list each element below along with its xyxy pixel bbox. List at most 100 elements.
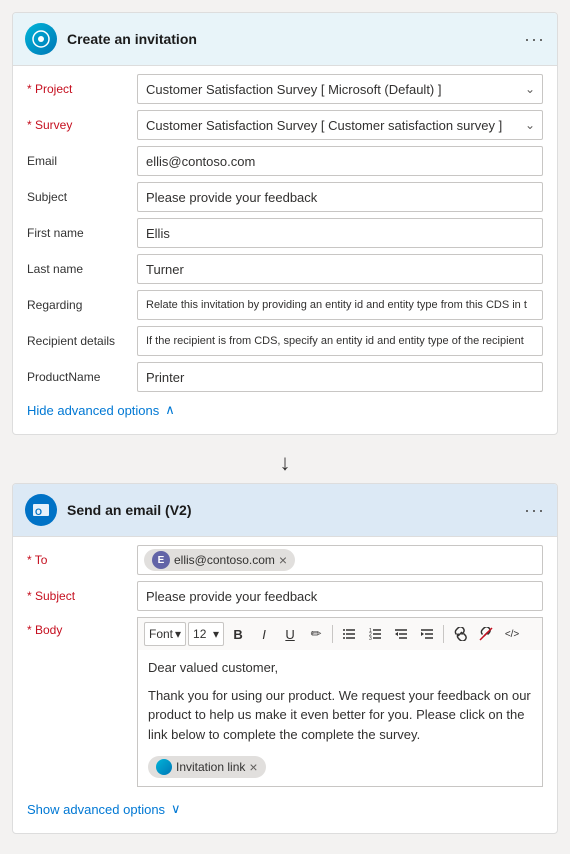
- lastname-field: [137, 254, 543, 284]
- highlight-button[interactable]: ✏: [304, 622, 328, 646]
- productname-field: [137, 362, 543, 392]
- productname-row: ProductName: [27, 362, 543, 392]
- svg-text:O: O: [35, 507, 42, 517]
- subject-input-2[interactable]: [137, 581, 543, 611]
- firstname-input[interactable]: [137, 218, 543, 248]
- svg-text:3: 3: [369, 636, 372, 641]
- survey-row: * Survey Customer Satisfaction Survey [ …: [27, 110, 543, 140]
- create-invitation-card: Create an invitation ··· * Project Custo…: [12, 12, 558, 435]
- subject-input-1[interactable]: [137, 182, 543, 212]
- subject-field-1: [137, 182, 543, 212]
- body-label: * Body: [27, 617, 137, 637]
- body-editor[interactable]: Dear valued customer, Thank you for usin…: [137, 650, 543, 787]
- to-label: * To: [27, 553, 137, 567]
- regarding-label: Regarding: [27, 298, 137, 312]
- regarding-row: Regarding: [27, 290, 543, 320]
- indent-decrease-button[interactable]: [389, 622, 413, 646]
- body-toolbar: Font ▾ 12 ▾ B I U ✏ 12: [137, 617, 543, 650]
- firstname-row: First name: [27, 218, 543, 248]
- hide-advanced-toggle[interactable]: Hide advanced options: [27, 398, 543, 422]
- survey-icon: [25, 23, 57, 55]
- card2-menu-button[interactable]: ···: [524, 500, 545, 521]
- body-line1: Dear valued customer,: [148, 658, 532, 678]
- card1-menu-button[interactable]: ···: [524, 29, 545, 50]
- to-tag-remove-button[interactable]: ×: [279, 553, 287, 567]
- to-field[interactable]: E ellis@contoso.com ×: [137, 545, 543, 575]
- to-row: * To E ellis@contoso.com ×: [27, 545, 543, 575]
- to-tag-email: ellis@contoso.com: [174, 553, 275, 567]
- recipient-details-input[interactable]: [137, 326, 543, 356]
- invitation-tag-icon: [156, 759, 172, 775]
- lastname-label: Last name: [27, 262, 137, 276]
- indent-increase-button[interactable]: [415, 622, 439, 646]
- to-tag: E ellis@contoso.com ×: [144, 549, 295, 571]
- unordered-list-button[interactable]: [337, 622, 361, 646]
- show-advanced-chevron-icon: [171, 801, 181, 817]
- lastname-input[interactable]: [137, 254, 543, 284]
- remove-link-button[interactable]: [474, 622, 498, 646]
- invitation-link-tag: Invitation link ×: [148, 756, 266, 778]
- font-chevron-icon: ▾: [175, 627, 181, 641]
- connector-arrow: ↓: [12, 443, 558, 483]
- font-select[interactable]: Font ▾: [144, 622, 186, 646]
- email-input[interactable]: [137, 146, 543, 176]
- email-label: Email: [27, 154, 137, 168]
- body-row: * Body Font ▾ 12 ▾ B I U ✏: [27, 617, 543, 787]
- card1-header: Create an invitation ···: [13, 13, 557, 66]
- card2-header: O Send an email (V2) ···: [13, 484, 557, 537]
- subject-field-2: [137, 581, 543, 611]
- invitation-tag-remove-button[interactable]: ×: [249, 760, 257, 774]
- productname-label: ProductName: [27, 370, 137, 384]
- card2-body: * To E ellis@contoso.com × * Subject: [13, 537, 557, 833]
- ordered-list-button[interactable]: 123: [363, 622, 387, 646]
- card1-title: Create an invitation: [67, 31, 514, 47]
- show-advanced-toggle[interactable]: Show advanced options: [27, 793, 543, 821]
- regarding-field: [137, 290, 543, 320]
- code-button[interactable]: </>: [500, 622, 524, 646]
- insert-link-button[interactable]: [448, 622, 472, 646]
- recipient-details-row: Recipient details: [27, 326, 543, 356]
- email-row: Email: [27, 146, 543, 176]
- lastname-row: Last name: [27, 254, 543, 284]
- project-row: * Project Customer Satisfaction Survey […: [27, 74, 543, 104]
- outlook-icon: O: [25, 494, 57, 526]
- survey-chevron-icon: ⌄: [525, 118, 535, 132]
- font-size-chevron-icon: ▾: [213, 627, 219, 641]
- to-tag-avatar: E: [152, 551, 170, 569]
- font-size-value: 12: [193, 627, 206, 641]
- recipient-details-label: Recipient details: [27, 334, 137, 348]
- bold-button[interactable]: B: [226, 622, 250, 646]
- toolbar-separator-1: [332, 625, 333, 643]
- underline-button[interactable]: U: [278, 622, 302, 646]
- survey-field: Customer Satisfaction Survey [ Customer …: [137, 110, 543, 140]
- card1-body: * Project Customer Satisfaction Survey […: [13, 66, 557, 434]
- firstname-field: [137, 218, 543, 248]
- project-label: * Project: [27, 82, 137, 96]
- font-label: Font: [149, 627, 173, 641]
- project-select-wrapper[interactable]: Customer Satisfaction Survey [ Microsoft…: [137, 74, 543, 104]
- survey-select-wrapper[interactable]: Customer Satisfaction Survey [ Customer …: [137, 110, 543, 140]
- survey-label: * Survey: [27, 118, 137, 132]
- email-field-wrapper: [137, 146, 543, 176]
- body-field: Font ▾ 12 ▾ B I U ✏ 12: [137, 617, 543, 787]
- subject-row-1: Subject: [27, 182, 543, 212]
- project-select[interactable]: Customer Satisfaction Survey [ Microsoft…: [137, 74, 543, 104]
- invitation-tag-label: Invitation link: [176, 758, 245, 776]
- hide-advanced-label: Hide advanced options: [27, 403, 159, 418]
- project-chevron-icon: ⌄: [525, 82, 535, 96]
- regarding-input[interactable]: [137, 290, 543, 320]
- firstname-label: First name: [27, 226, 137, 240]
- subject-row-2: * Subject: [27, 581, 543, 611]
- subject-label-1: Subject: [27, 190, 137, 204]
- font-size-control[interactable]: 12 ▾: [188, 622, 224, 646]
- productname-input[interactable]: [137, 362, 543, 392]
- to-input-container[interactable]: E ellis@contoso.com ×: [137, 545, 543, 575]
- subject-label-2: * Subject: [27, 589, 137, 603]
- recipient-details-field: [137, 326, 543, 356]
- invitation-tag-container: Invitation link ×: [148, 752, 532, 778]
- survey-select[interactable]: Customer Satisfaction Survey [ Customer …: [137, 110, 543, 140]
- send-email-card: O Send an email (V2) ··· * To E ellis@co…: [12, 483, 558, 834]
- italic-button[interactable]: I: [252, 622, 276, 646]
- hide-advanced-chevron-icon: [165, 402, 175, 418]
- body-line2: Thank you for using our product. We requ…: [148, 686, 532, 745]
